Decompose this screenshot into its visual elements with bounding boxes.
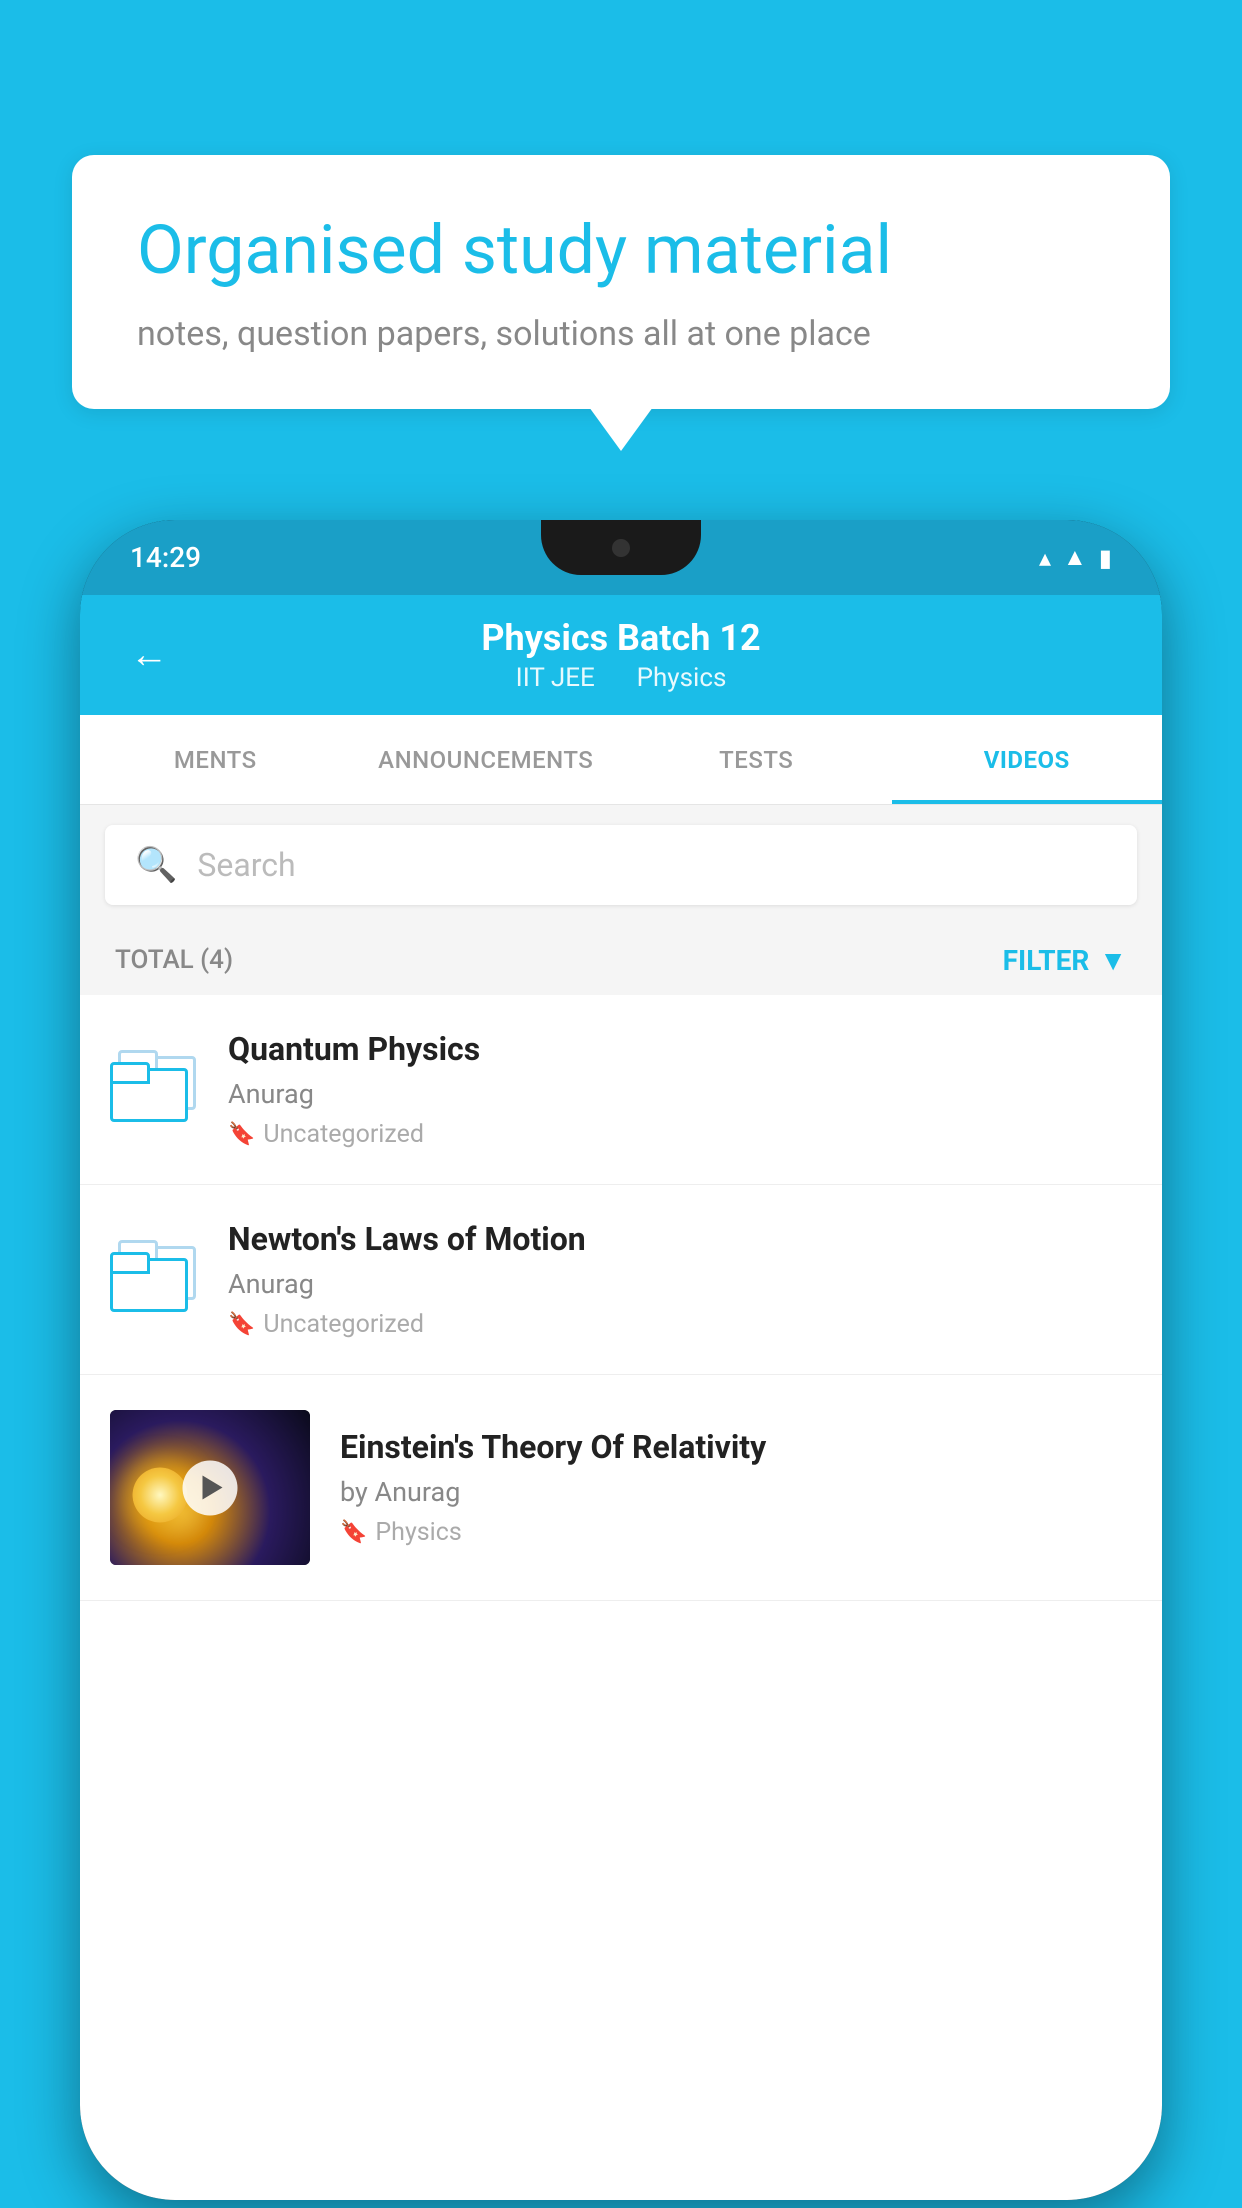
folder-icon (110, 1050, 198, 1130)
back-button[interactable]: ← (130, 633, 168, 677)
video-tag: 🔖 Uncategorized (228, 1120, 1132, 1149)
header-subtitle: IIT JEE Physics (481, 663, 760, 693)
wifi-icon: ▴ (1039, 544, 1051, 572)
video-tag: 🔖 Uncategorized (228, 1310, 1132, 1339)
tabs-bar: MENTS ANNOUNCEMENTS TESTS VIDEOS (80, 715, 1162, 805)
play-triangle-icon (202, 1476, 222, 1500)
video-info: Quantum Physics Anurag 🔖 Uncategorized (228, 1030, 1132, 1149)
phone-frame: 14:29 ▴ ▲ ▮ ← Physics Batch 12 IIT JEE P… (80, 520, 1162, 2200)
tag-label: Uncategorized (263, 1310, 424, 1339)
subtitle-iit: IIT JEE (516, 663, 595, 693)
video-author: Anurag (228, 1078, 1132, 1110)
tag-label: Uncategorized (263, 1120, 424, 1149)
video-author: by Anurag (340, 1476, 1132, 1508)
tag-icon: 🔖 (228, 1312, 255, 1337)
search-bar[interactable]: 🔍 Search (105, 825, 1137, 905)
app-header: ← Physics Batch 12 IIT JEE Physics (80, 595, 1162, 715)
status-bar: 14:29 ▴ ▲ ▮ (80, 520, 1162, 595)
tab-ments[interactable]: MENTS (80, 715, 351, 804)
tab-tests[interactable]: TESTS (621, 715, 892, 804)
list-item[interactable]: Quantum Physics Anurag 🔖 Uncategorized (80, 995, 1162, 1185)
video-author: Anurag (228, 1268, 1132, 1300)
header-title-group: Physics Batch 12 IIT JEE Physics (481, 617, 760, 693)
tag-label: Physics (375, 1518, 461, 1547)
bubble-subtitle: notes, question papers, solutions all at… (137, 314, 1105, 354)
folder-icon (110, 1240, 198, 1320)
tab-videos[interactable]: VIDEOS (892, 715, 1163, 804)
video-info: Newton's Laws of Motion Anurag 🔖 Uncateg… (228, 1220, 1132, 1339)
search-placeholder: Search (197, 846, 295, 884)
subtitle-physics: Physics (637, 663, 727, 693)
video-thumbnail (110, 1410, 310, 1565)
signal-icon: ▲ (1063, 543, 1087, 572)
filter-label: FILTER (1003, 944, 1090, 977)
video-title: Newton's Laws of Motion (228, 1220, 1132, 1258)
filter-bar: TOTAL (4) FILTER ▼ (80, 925, 1162, 995)
list-item[interactable]: Einstein's Theory Of Relativity by Anura… (80, 1375, 1162, 1601)
notch (541, 520, 701, 575)
video-title: Einstein's Theory Of Relativity (340, 1428, 1132, 1466)
total-count: TOTAL (4) (115, 945, 233, 975)
play-button[interactable] (183, 1460, 238, 1515)
tag-icon: 🔖 (228, 1122, 255, 1147)
speech-bubble: Organised study material notes, question… (72, 155, 1170, 409)
filter-icon: ▼ (1099, 944, 1127, 977)
tag-icon: 🔖 (340, 1520, 367, 1545)
filter-button[interactable]: FILTER ▼ (1003, 944, 1127, 977)
tab-announcements[interactable]: ANNOUNCEMENTS (351, 715, 622, 804)
content-area: Quantum Physics Anurag 🔖 Uncategorized N… (80, 995, 1162, 2200)
search-icon: 🔍 (135, 845, 177, 885)
video-info: Einstein's Theory Of Relativity by Anura… (340, 1428, 1132, 1547)
video-title: Quantum Physics (228, 1030, 1132, 1068)
status-time: 14:29 (130, 541, 201, 574)
bubble-title: Organised study material (137, 210, 1105, 292)
status-icons: ▴ ▲ ▮ (1039, 543, 1112, 572)
list-item[interactable]: Newton's Laws of Motion Anurag 🔖 Uncateg… (80, 1185, 1162, 1375)
folder-front (110, 1062, 182, 1122)
battery-icon: ▮ (1099, 544, 1112, 572)
video-tag: 🔖 Physics (340, 1518, 1132, 1547)
header-title: Physics Batch 12 (481, 617, 760, 659)
camera-dot (612, 539, 630, 557)
search-container: 🔍 Search (80, 805, 1162, 925)
folder-front (110, 1252, 182, 1312)
